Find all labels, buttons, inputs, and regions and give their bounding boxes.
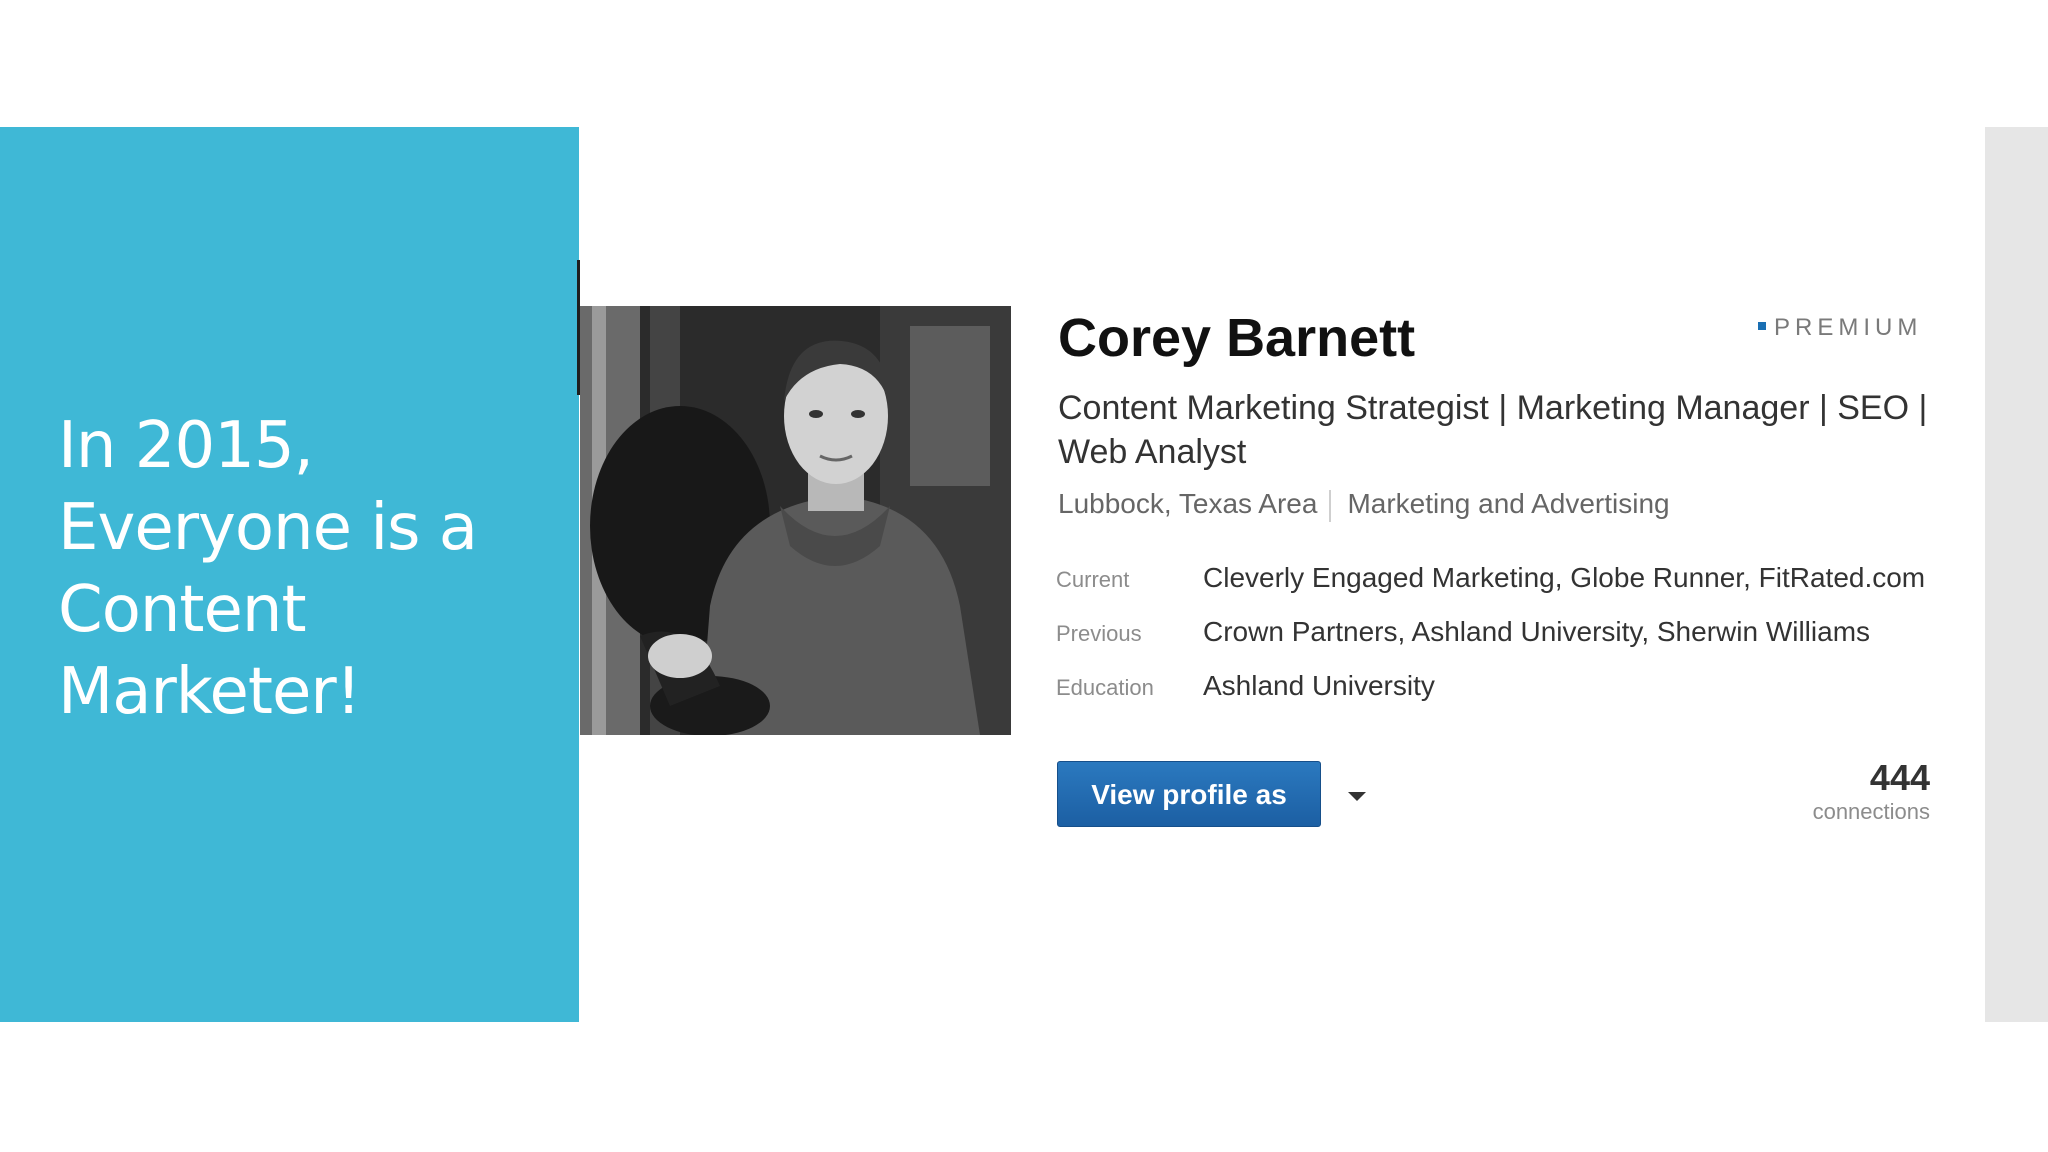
detail-value[interactable]: Ashland University — [1203, 668, 1435, 704]
slide-title-line: In 2015, — [58, 409, 314, 483]
premium-square-icon — [1758, 321, 1766, 330]
detail-label: Previous — [1056, 621, 1142, 646]
slide-title-line: Everyone is a — [58, 491, 478, 565]
industry-link[interactable]: Marketing and Advertising — [1347, 488, 1669, 519]
person-silhouette-icon — [580, 306, 1011, 735]
connections-label: connections — [1812, 799, 1930, 824]
premium-badge: PREMIUM — [1758, 314, 1922, 342]
profile-name[interactable]: Corey Barnett — [1058, 305, 1415, 371]
chevron-down-icon[interactable] — [1345, 784, 1369, 808]
location-link[interactable]: Lubbock, Texas Area — [1058, 488, 1317, 519]
profile-photo[interactable] — [580, 306, 1011, 735]
slide-title: In 2015, Everyone is a Content Marketer! — [58, 405, 558, 733]
slide-title-line: Marketer! — [58, 655, 361, 729]
location-line: Lubbock, Texas Area Marketing and Adverti… — [1058, 486, 1670, 522]
slide-title-line: Content — [58, 573, 307, 647]
detail-value[interactable]: Crown Partners, Ashland University, Sher… — [1203, 614, 1870, 650]
view-profile-as-button[interactable]: View profile as — [1057, 761, 1321, 827]
detail-value[interactable]: Cleverly Engaged Marketing, Globe Runner… — [1203, 560, 1925, 596]
detail-label: Current — [1056, 567, 1130, 592]
premium-label: PREMIUM — [1774, 314, 1923, 341]
side-strip — [1985, 127, 2048, 1022]
profile-headline: Content Marketing Strategist | Marketing… — [1058, 389, 1928, 471]
detail-label: Education — [1056, 675, 1154, 700]
connections-count[interactable]: 444 — [1800, 756, 1930, 800]
separator — [1329, 489, 1332, 522]
